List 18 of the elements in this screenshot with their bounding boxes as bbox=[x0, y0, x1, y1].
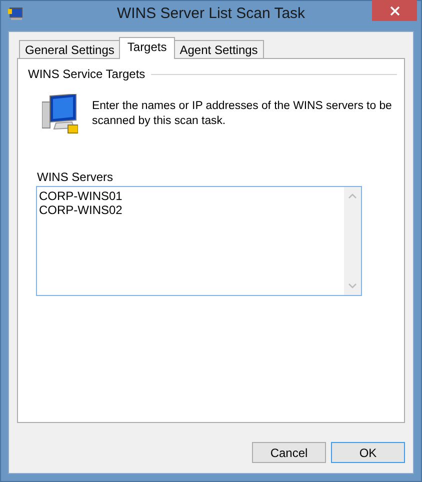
server-entry: CORP-WINS02 bbox=[39, 203, 124, 217]
scroll-up-icon[interactable] bbox=[348, 193, 357, 199]
computer-icon bbox=[8, 7, 24, 21]
servers-label: WINS Servers bbox=[37, 170, 114, 184]
server-entry: CORP-WINS01 bbox=[39, 189, 124, 203]
close-icon bbox=[390, 6, 400, 16]
close-button[interactable] bbox=[372, 0, 417, 21]
dialog-button[interactable]: OK bbox=[331, 442, 405, 463]
dialog-button[interactable]: Cancel bbox=[252, 442, 326, 463]
scroll-down-icon[interactable] bbox=[348, 283, 357, 289]
servers-text-field[interactable]: CORP-WINS01 CORP-WINS02 bbox=[36, 186, 362, 296]
tab[interactable]: Agent Settings bbox=[174, 40, 264, 59]
description-text: Enter the names or IP addresses of the WINS servers to be scanned by this scan task. bbox=[92, 99, 393, 129]
computer-icon bbox=[42, 94, 78, 134]
group-title: WINS Service Targets bbox=[28, 67, 146, 81]
window-title: WINS Server List Scan Task bbox=[116, 4, 306, 22]
tab[interactable]: Targets bbox=[119, 37, 175, 59]
tab[interactable]: General Settings bbox=[19, 40, 120, 59]
